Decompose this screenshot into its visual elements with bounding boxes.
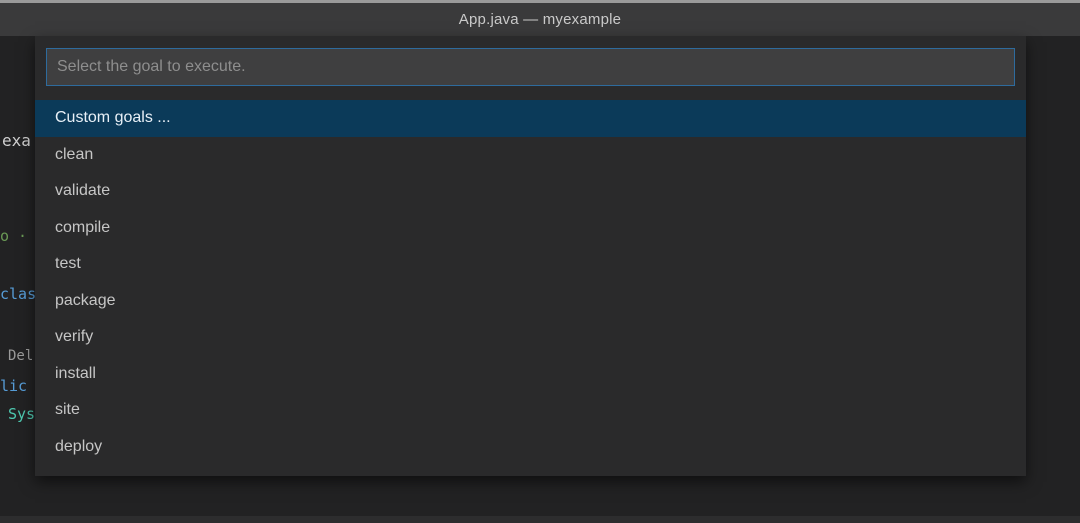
window-titlebar: App.java — myexample: [0, 0, 1080, 36]
vscode-window: App.java — myexample ▶e exa o · wo clas …: [0, 0, 1080, 523]
editor-fragment-text: Del: [8, 346, 33, 366]
goal-item-clean[interactable]: clean: [35, 137, 1026, 174]
goal-item-custom-goals[interactable]: Custom goals ...: [35, 100, 1026, 137]
editor-fragment-text: clas: [0, 284, 36, 304]
goal-search-input[interactable]: [46, 48, 1015, 86]
goal-list: Custom goals ... clean validate compile …: [35, 100, 1026, 465]
goal-item-verify[interactable]: verify: [35, 319, 1026, 356]
goal-item-compile[interactable]: compile: [35, 210, 1026, 247]
goal-item-site[interactable]: site: [35, 392, 1026, 429]
goal-item-install[interactable]: install: [35, 356, 1026, 393]
goal-item-deploy[interactable]: deploy: [35, 429, 1026, 466]
goal-item-test[interactable]: test: [35, 246, 1026, 283]
editor-fragment-text: exa: [2, 131, 31, 151]
editor-fragment-text: lic: [0, 376, 27, 396]
window-title: App.java — myexample: [459, 11, 621, 28]
goal-item-validate[interactable]: validate: [35, 173, 1026, 210]
status-bar: [0, 516, 1080, 523]
goal-item-package[interactable]: package: [35, 283, 1026, 320]
quickpick-widget: Custom goals ... clean validate compile …: [35, 36, 1026, 476]
editor-fragment-text: Sys: [8, 404, 35, 424]
